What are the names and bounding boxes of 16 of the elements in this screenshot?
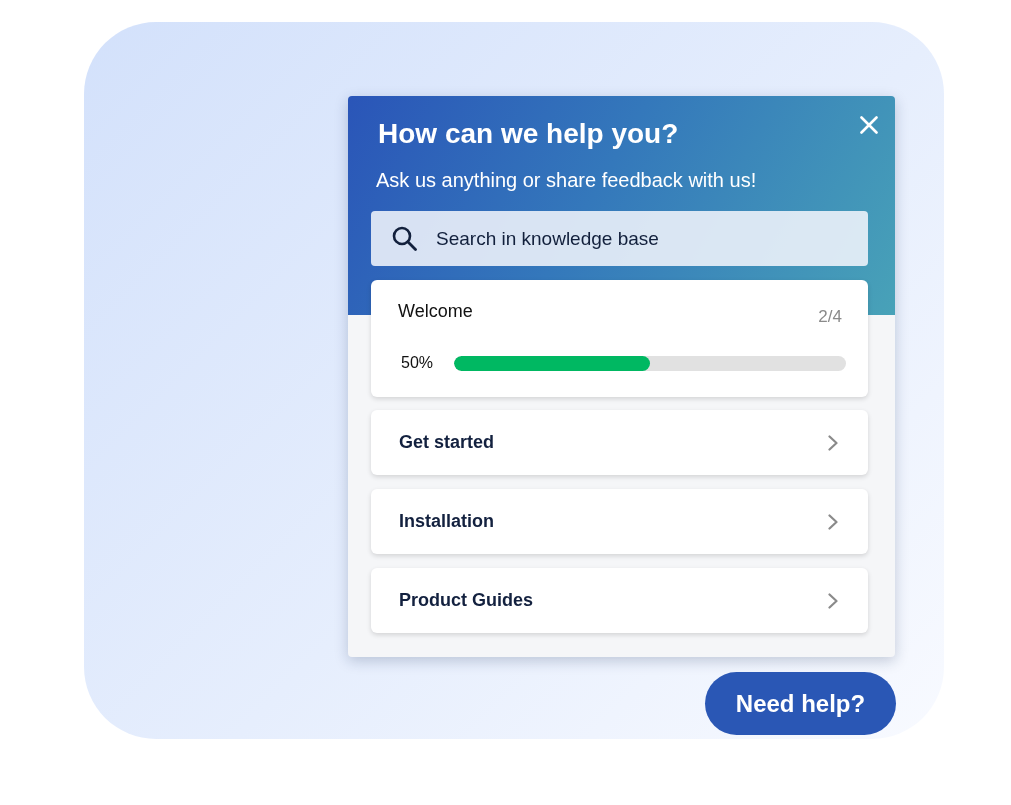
- close-icon: [860, 116, 878, 134]
- chevron-icon: [828, 434, 838, 451]
- panel-title: How can we help you?: [378, 117, 679, 151]
- close-button[interactable]: [860, 116, 878, 134]
- step-counter: 2/4: [818, 306, 842, 328]
- search-icon: [392, 226, 417, 251]
- search-field[interactable]: Search in knowledge base: [371, 211, 868, 266]
- panel-subtitle: Ask us anything or share feedback with us!: [376, 168, 758, 193]
- card-title: Welcome: [398, 300, 473, 323]
- chevron-icon: [828, 513, 838, 530]
- progress-percent: 50%: [400, 353, 435, 373]
- chevron-icon: [828, 592, 838, 609]
- menu-item[interactable]: Product Guides: [371, 568, 868, 633]
- menu-item[interactable]: Get started: [371, 410, 868, 475]
- help-button[interactable]: Need help?: [705, 672, 896, 735]
- menu-item[interactable]: Installation: [371, 489, 868, 554]
